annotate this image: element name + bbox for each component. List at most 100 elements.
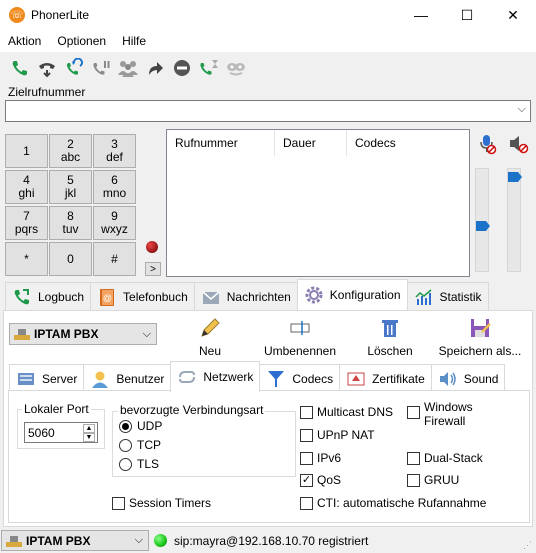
pause-icon[interactable] — [87, 55, 114, 81]
rename-button[interactable]: Umbenennen — [260, 316, 340, 358]
menu-hilfe[interactable]: Hilfe — [114, 34, 154, 48]
network-icon — [177, 367, 197, 387]
mic-volume-thumb[interactable] — [476, 220, 490, 231]
check-session-timers[interactable]: Session Timers — [112, 496, 211, 510]
conference-icon[interactable] — [114, 55, 141, 81]
tab-label: Logbuch — [38, 289, 85, 304]
keypad-key-9[interactable]: 9 wxyz — [93, 206, 136, 240]
tab-label: Netzwerk — [203, 370, 254, 384]
hangup-icon[interactable] — [168, 55, 195, 81]
tab-label: Nachrichten — [226, 289, 291, 304]
radio-tcp[interactable]: TCP — [119, 438, 161, 452]
speaker-volume-thumb[interactable] — [508, 171, 522, 182]
save-as-button[interactable]: Speichern als... — [436, 316, 524, 358]
chevron-down-icon: ⌵ — [142, 327, 151, 340]
tab-netzwerk[interactable]: Netzwerk — [170, 361, 261, 392]
tab-konfiguration[interactable]: Konfiguration — [296, 279, 408, 310]
column-codecs[interactable]: Codecs — [347, 130, 471, 156]
check-windows-firewall[interactable]: Windows Firewall — [407, 400, 484, 428]
tab-label: Server — [42, 371, 78, 386]
speaker-mute-icon[interactable] — [508, 133, 530, 155]
local-port-input[interactable]: 5060 ▲ ▼ — [24, 422, 98, 443]
tab-codecs[interactable]: Codecs — [259, 364, 341, 392]
rename-icon — [288, 316, 312, 340]
keypad-key-6[interactable]: 6 mno — [93, 170, 136, 204]
keypad-key-2[interactable]: 2 abc — [49, 134, 92, 168]
check-upnp-nat[interactable]: UPnP NAT — [300, 428, 375, 442]
keypad-key-star[interactable]: * — [5, 242, 48, 276]
chevron-down-icon[interactable]: ▼ — [83, 433, 95, 442]
checkbox-label: GRUU — [424, 473, 460, 487]
checkbox-indicator — [300, 428, 313, 442]
forward-icon[interactable] — [141, 55, 168, 81]
check-gruu[interactable]: GRUU — [407, 473, 459, 487]
check-qos[interactable]: ✓ QoS — [300, 473, 341, 487]
call-list[interactable]: Rufnummer Dauer Codecs — [166, 129, 470, 277]
tab-statistik[interactable]: Statistik — [406, 282, 489, 310]
mic-volume-slider[interactable] — [475, 168, 490, 272]
tab-label: Zertifikate — [372, 371, 425, 386]
window-title: PhonerLite — [31, 8, 90, 22]
menu-optionen[interactable]: Optionen — [49, 34, 114, 48]
tab-telefonbuch[interactable]: @ Telefonbuch — [90, 282, 195, 310]
tab-logbuch[interactable]: Logbuch — [5, 282, 92, 310]
column-dauer[interactable]: Dauer — [275, 130, 347, 156]
tab-benutzer[interactable]: Benutzer — [83, 364, 172, 392]
pbx-icon — [14, 326, 30, 342]
checkbox-indicator — [300, 496, 313, 510]
chevron-down-icon[interactable]: ⌵ — [518, 103, 526, 116]
radio-udp[interactable]: UDP — [119, 419, 162, 433]
tab-server[interactable]: Server — [9, 364, 85, 392]
phonebook-icon: @ — [97, 287, 117, 307]
chevron-up-icon[interactable]: ▲ — [83, 424, 95, 433]
key-letters: ghi — [18, 186, 35, 200]
profile-select[interactable]: IPTAM PBX ⌵ — [9, 323, 157, 345]
resize-grip-icon[interactable]: ⋰ — [523, 540, 532, 551]
column-rufnummer[interactable]: Rufnummer — [167, 130, 275, 156]
transfer-icon[interactable] — [195, 55, 222, 81]
speaker-volume-slider[interactable] — [507, 168, 522, 272]
keypad-key-8[interactable]: 8 tuv — [49, 206, 92, 240]
minimize-button[interactable]: — — [398, 0, 444, 30]
call-icon[interactable] — [6, 55, 33, 81]
profile-select-value: IPTAM PBX — [34, 327, 99, 341]
keypad-key-4[interactable]: 4 ghi — [5, 170, 48, 204]
maximize-button[interactable]: ☐ — [444, 0, 490, 30]
tab-label: Codecs — [292, 371, 334, 386]
chart-icon — [414, 287, 434, 307]
tab-label: Telefonbuch — [123, 289, 188, 304]
check-cti-auto-answer[interactable]: CTI: automatische Rufannahme — [300, 496, 486, 510]
tab-sound[interactable]: Sound — [430, 364, 506, 392]
status-profile-value: IPTAM PBX — [26, 533, 91, 548]
checkmark-icon: ✓ — [300, 473, 313, 487]
hold-icon[interactable] — [33, 55, 60, 81]
checkbox-label: Dual-Stack — [424, 451, 483, 465]
delete-button[interactable]: Löschen — [366, 316, 414, 358]
new-button[interactable]: Neu — [191, 316, 229, 358]
checkbox-label: Windows Firewall — [424, 400, 473, 428]
keypad-key-7[interactable]: 7 pqrs — [5, 206, 48, 240]
tab-zertifikate[interactable]: Zertifikate — [339, 364, 432, 392]
keypad-key-0[interactable]: 0 — [49, 242, 92, 276]
check-ipv6[interactable]: IPv6 — [300, 451, 341, 465]
redial-icon[interactable] — [60, 55, 87, 81]
close-button[interactable]: ✕ — [490, 0, 536, 30]
port-stepper[interactable]: ▲ ▼ — [83, 424, 95, 442]
status-profile-select[interactable]: IPTAM PBX ⌵ — [1, 530, 149, 551]
keypad-key-3[interactable]: 3 def — [93, 134, 136, 168]
menu-aktion[interactable]: Aktion — [0, 34, 49, 48]
keypad-key-5[interactable]: 5 jkl — [49, 170, 92, 204]
target-number-input[interactable]: ⌵ — [5, 100, 531, 122]
mask-icon[interactable] — [222, 55, 249, 81]
checkbox-label: Session Timers — [129, 496, 212, 510]
radio-tls[interactable]: TLS — [119, 457, 159, 471]
check-dual-stack[interactable]: Dual-Stack — [407, 451, 483, 465]
keypad-key-hash[interactable]: # — [93, 242, 136, 276]
tab-nachrichten[interactable]: Nachrichten — [193, 282, 298, 310]
record-icon[interactable] — [146, 241, 158, 253]
keypad-more-button[interactable]: > — [145, 262, 161, 276]
checkbox-indicator — [407, 451, 420, 465]
keypad-key-1[interactable]: 1 — [5, 134, 48, 168]
check-multicast-dns[interactable]: Multicast DNS — [300, 405, 393, 419]
mic-mute-icon[interactable] — [477, 133, 497, 155]
